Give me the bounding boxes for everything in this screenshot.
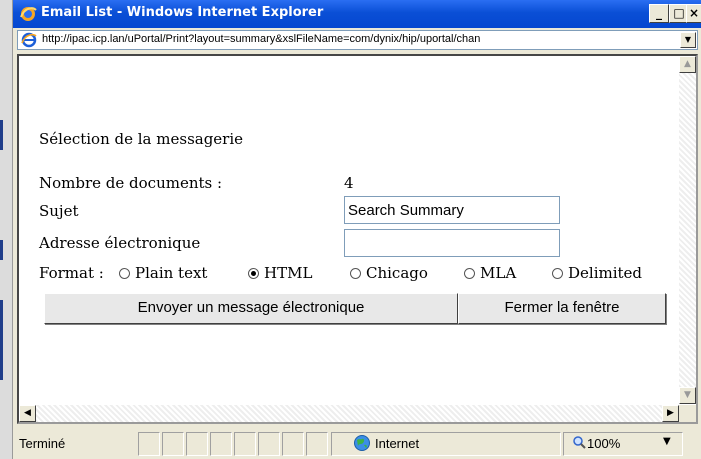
- chevron-down-icon: ▼: [684, 35, 692, 44]
- status-panel: [234, 432, 256, 456]
- address-url[interactable]: http://ipac.icp.lan/uPortal/Print?layout…: [42, 33, 672, 45]
- format-option-mla[interactable]: MLA: [464, 264, 516, 282]
- status-panel: [306, 432, 328, 456]
- window-title: Email List - Windows Internet Explorer: [41, 5, 324, 20]
- format-option-delimited[interactable]: Delimited: [552, 264, 642, 282]
- subject-input[interactable]: [344, 196, 560, 224]
- page-content: Sélection de la messagerie Nombre de doc…: [17, 54, 698, 424]
- email-form: Sélection de la messagerie Nombre de doc…: [19, 56, 679, 404]
- radio-checked-icon[interactable]: [248, 268, 259, 279]
- scroll-left-button[interactable]: ◀: [19, 405, 36, 422]
- scroll-up-button[interactable]: ▲: [679, 56, 696, 73]
- zoom-level: 100%: [587, 436, 621, 451]
- status-panel: [282, 432, 304, 456]
- format-label: Format :: [39, 264, 104, 282]
- magnifier-icon: [573, 436, 586, 449]
- count-value: 4: [344, 174, 354, 192]
- ie-icon: [21, 32, 37, 48]
- status-bar: Terminé Internet 100% ▼: [13, 429, 701, 459]
- horizontal-scrollbar[interactable]: [19, 405, 679, 422]
- format-option-label: Chicago: [366, 264, 428, 282]
- format-option-label: Delimited: [568, 264, 643, 282]
- desktop-background: [0, 0, 12, 459]
- radio-icon[interactable]: [464, 268, 475, 279]
- title-bar[interactable]: Email List - Windows Internet Explorer _…: [13, 0, 701, 28]
- scrollbar-corner: [679, 405, 696, 422]
- vertical-scrollbar[interactable]: [679, 56, 696, 404]
- status-panel: [186, 432, 208, 456]
- scroll-right-button[interactable]: ▶: [662, 405, 679, 422]
- browser-window: Email List - Windows Internet Explorer _…: [12, 0, 701, 459]
- status-panel: [210, 432, 232, 456]
- status-panel: [258, 432, 280, 456]
- format-option-chicago[interactable]: Chicago: [350, 264, 428, 282]
- format-option-label: Plain text: [135, 264, 208, 282]
- globe-icon: [354, 435, 370, 451]
- minimize-button[interactable]: _: [649, 4, 669, 23]
- arrow-left-icon: ◀: [24, 408, 31, 418]
- scroll-down-button[interactable]: ▼: [679, 387, 696, 404]
- email-label: Adresse électronique: [39, 234, 201, 252]
- background-window-edge: [0, 240, 3, 260]
- ie-icon: [20, 7, 37, 21]
- address-bar[interactable]: http://ipac.icp.lan/uPortal/Print?layout…: [17, 30, 698, 50]
- format-option-html[interactable]: HTML: [248, 264, 312, 282]
- arrow-right-icon: ▶: [667, 408, 674, 418]
- count-label: Nombre de documents :: [39, 174, 223, 192]
- radio-icon[interactable]: [552, 268, 563, 279]
- form-heading: Sélection de la messagerie: [39, 130, 244, 148]
- status-panel: [162, 432, 184, 456]
- format-option-plain-text[interactable]: Plain text: [119, 264, 207, 282]
- close-window-button[interactable]: ×: [686, 4, 701, 23]
- close-window-form-button[interactable]: Fermer la fenêtre: [458, 293, 666, 324]
- arrow-down-icon: ▼: [684, 390, 691, 400]
- email-input[interactable]: [344, 229, 560, 257]
- background-window-edge: [0, 300, 3, 380]
- format-option-label: HTML: [264, 264, 313, 282]
- chevron-down-icon[interactable]: ▼: [663, 436, 671, 447]
- arrow-up-icon: ▲: [684, 59, 691, 69]
- send-email-button[interactable]: Envoyer un message électronique: [44, 293, 458, 324]
- radio-icon[interactable]: [350, 268, 361, 279]
- status-panel: [138, 432, 160, 456]
- format-option-label: MLA: [480, 264, 517, 282]
- subject-label: Sujet: [39, 202, 79, 220]
- zone-text: Internet: [375, 436, 420, 451]
- radio-icon[interactable]: [119, 268, 130, 279]
- background-window-edge: [0, 120, 3, 150]
- status-text: Terminé: [19, 436, 66, 451]
- address-dropdown-button[interactable]: ▼: [680, 32, 696, 48]
